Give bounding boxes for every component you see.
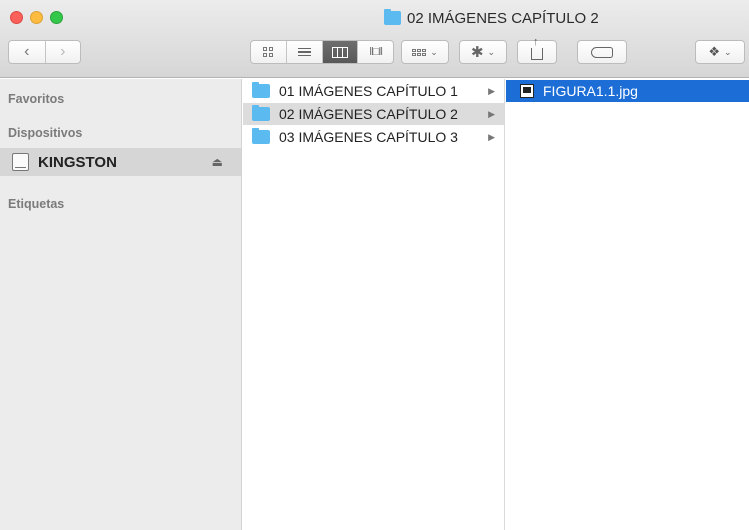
file-row-selected[interactable]: FIGURA1.1.jpg bbox=[506, 80, 749, 102]
sidebar-header-devices: Dispositivos bbox=[8, 126, 83, 140]
sidebar-item-label: KINGSTON bbox=[38, 153, 117, 171]
tag-icon bbox=[591, 46, 613, 58]
sidebar-item-kingston[interactable]: KINGSTON ⏏ bbox=[0, 148, 241, 176]
folder-row-selected[interactable]: 02 IMÁGENES CAPÍTULO 2 ▶ bbox=[243, 103, 504, 125]
file-name: FIGURA1.1.jpg bbox=[543, 83, 638, 99]
columns-icon bbox=[331, 46, 348, 58]
disclosure-arrow-icon: ▶ bbox=[488, 108, 495, 119]
folder-icon bbox=[252, 105, 270, 121]
folder-name: 03 IMÁGENES CAPÍTULO 3 bbox=[279, 129, 458, 145]
folder-icon bbox=[384, 9, 401, 25]
dropbox-button[interactable]: ❖ ⌄ bbox=[695, 40, 745, 64]
list-view-button[interactable] bbox=[287, 41, 323, 63]
window-title: 02 IMÁGENES CAPÍTULO 2 bbox=[384, 9, 599, 27]
close-window-button[interactable] bbox=[10, 11, 23, 24]
folder-row[interactable]: 03 IMÁGENES CAPÍTULO 3 ▶ bbox=[243, 126, 504, 148]
arrange-button[interactable]: ⌄ bbox=[401, 40, 449, 64]
back-button[interactable]: ‹ bbox=[9, 41, 45, 63]
disclosure-arrow-icon: ▶ bbox=[488, 131, 495, 142]
sidebar-header-favorites: Favoritos bbox=[8, 92, 65, 106]
sidebar-header-tags: Etiquetas bbox=[8, 197, 65, 211]
eject-icon[interactable]: ⏏ bbox=[212, 155, 223, 169]
list-icon bbox=[297, 47, 311, 57]
image-file-icon bbox=[520, 84, 534, 98]
folder-name: 01 IMÁGENES CAPÍTULO 1 bbox=[279, 83, 458, 99]
column-view-button[interactable] bbox=[322, 41, 359, 63]
icon-view-button[interactable] bbox=[251, 41, 287, 63]
tags-button[interactable] bbox=[577, 40, 627, 64]
chevron-down-icon: ⌄ bbox=[487, 46, 496, 57]
folder-row[interactable]: 01 IMÁGENES CAPÍTULO 1 ▶ bbox=[243, 80, 504, 102]
chevron-left-icon: ‹ bbox=[24, 43, 30, 60]
cover-flow-icon: ‖□‖ bbox=[369, 46, 383, 58]
folder-icon bbox=[252, 82, 270, 98]
icon-grid-icon bbox=[263, 47, 274, 57]
chevron-down-icon: ⌄ bbox=[724, 46, 732, 57]
chevron-down-icon: ⌄ bbox=[430, 46, 438, 57]
minimize-window-button[interactable] bbox=[30, 11, 43, 24]
arrange-icon bbox=[412, 48, 427, 56]
folder-name: 02 IMÁGENES CAPÍTULO 2 bbox=[279, 106, 458, 122]
sidebar: Favoritos Dispositivos KINGSTON ⏏ Etique… bbox=[0, 79, 242, 530]
drive-icon bbox=[12, 153, 29, 171]
window-toolbar: 02 IMÁGENES CAPÍTULO 2 ‹ › ‖□‖ ⌄ ✱ ⌄ ❖ ⌄ bbox=[0, 0, 749, 78]
dropbox-icon: ❖ bbox=[708, 44, 721, 59]
browser-column-2: FIGURA1.1.jpg bbox=[506, 79, 749, 530]
window-title-text: 02 IMÁGENES CAPÍTULO 2 bbox=[407, 9, 599, 27]
share-button[interactable] bbox=[517, 36, 557, 64]
cover-flow-view-button[interactable]: ‖□‖ bbox=[358, 41, 393, 63]
view-mode-group: ‖□‖ bbox=[250, 40, 394, 64]
zoom-window-button[interactable] bbox=[50, 11, 63, 24]
gear-icon: ✱ bbox=[470, 44, 484, 61]
back-forward-group: ‹ › bbox=[8, 40, 81, 64]
action-button[interactable]: ✱ ⌄ bbox=[459, 40, 507, 64]
browser-column-1: 01 IMÁGENES CAPÍTULO 1 ▶ 02 IMÁGENES CAP… bbox=[243, 79, 505, 530]
disclosure-arrow-icon: ▶ bbox=[488, 85, 495, 96]
chevron-right-icon: › bbox=[60, 43, 66, 60]
share-icon bbox=[531, 36, 543, 60]
folder-icon bbox=[252, 128, 270, 144]
forward-button[interactable]: › bbox=[44, 41, 81, 63]
